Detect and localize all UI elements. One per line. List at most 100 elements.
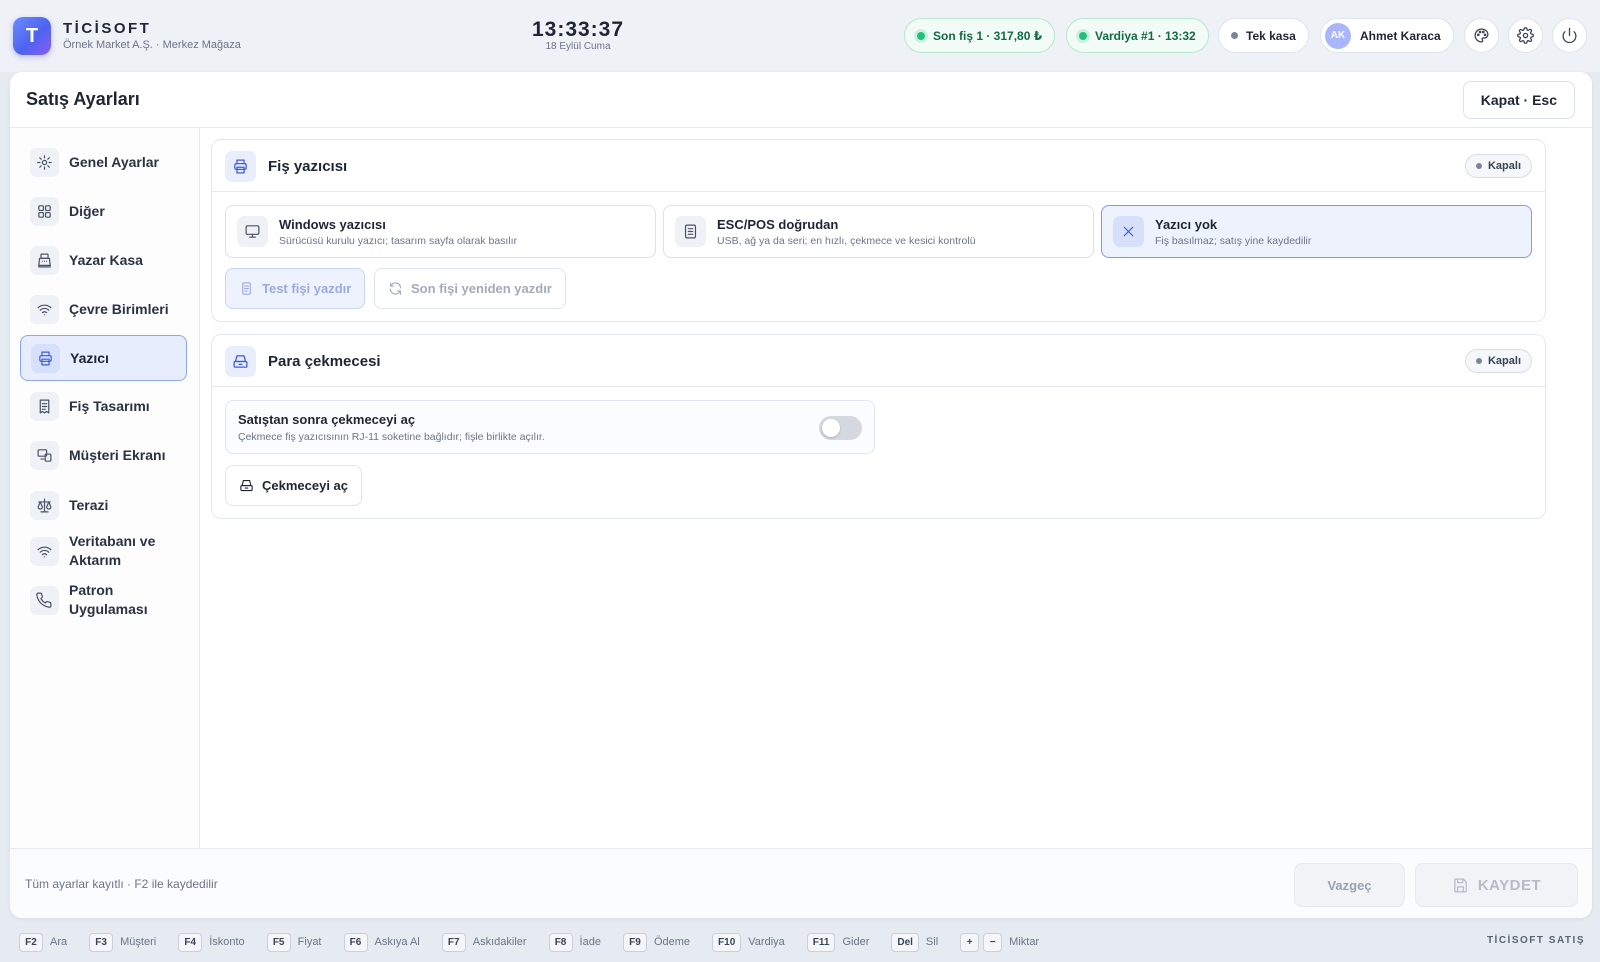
settings-sidebar: Genel Ayarlar Diğer Yazar Kasa Çevre Bir… — [10, 128, 200, 848]
shortcut-customer[interactable]: F3 Müşteri — [89, 932, 156, 952]
shortcut-suspended-list[interactable]: F7 Askıdakiler — [441, 932, 527, 952]
save-button[interactable]: KAYDET — [1415, 863, 1578, 907]
shortcut-delete[interactable]: Del Sil — [891, 932, 938, 952]
shortcut-quantity[interactable]: + − Miktar — [960, 932, 1039, 952]
display-icon — [37, 448, 52, 462]
shortcut-payment[interactable]: F9 Ödeme — [622, 932, 690, 952]
shift-pill[interactable]: Vardiya #1 · 13:32 — [1066, 18, 1209, 53]
brand-name: TİCİSOFT — [63, 20, 152, 37]
shortcut-suspend[interactable]: F6 Askıya Al — [343, 932, 420, 952]
toggle-knob — [822, 419, 840, 437]
card-title: Para çekmecesi — [268, 353, 381, 370]
gear-icon — [37, 154, 52, 170]
user-name: Ahmet Karaca — [1360, 28, 1441, 43]
avatar: AK — [1325, 22, 1351, 49]
wifi-icon — [37, 546, 52, 557]
save-icon — [1454, 877, 1467, 893]
reprint-last-button[interactable]: Son fişi yeniden yazdır — [374, 268, 566, 309]
app-logo: T — [13, 17, 51, 55]
document-icon — [684, 224, 697, 239]
sidebar-item-label: Genel Ayarlar — [69, 153, 160, 170]
sidebar-item-peripherals[interactable]: Çevre Birimleri — [20, 288, 187, 330]
sidebar-item-scale[interactable]: Terazi — [20, 484, 187, 526]
sidebar-item-printer[interactable]: Yazıcı — [20, 335, 187, 381]
gear-icon — [1517, 27, 1534, 44]
close-button[interactable]: Kapat · Esc — [1462, 81, 1575, 119]
sidebar-item-general[interactable]: Genel Ayarlar — [20, 141, 187, 183]
sidebar-item-label: Veritabanı ve Aktarım — [69, 533, 156, 568]
status-dot — [1079, 31, 1087, 40]
grid-icon — [38, 204, 51, 218]
sidebar-item-label: Patron Uygulaması — [69, 582, 148, 617]
sidebar-item-label: Fiş Tasarımı — [69, 397, 150, 414]
register-label: Tek kasa — [1246, 28, 1296, 43]
cash-drawer-card: Para çekmecesi Kapalı Satıştan sonra çek… — [211, 334, 1546, 519]
shift-label: Vardiya #1 · 13:32 — [1095, 28, 1196, 43]
open-drawer-after-sale-row: Satıştan sonra çekmeceyi aç Çekmece fiş … — [225, 400, 875, 454]
wifi-icon — [37, 304, 52, 315]
status-dot — [917, 31, 925, 40]
printer-option-none[interactable]: Yazıcı yok Fiş basılmaz; satış yine kayd… — [1101, 205, 1532, 258]
receipt-icon — [39, 399, 50, 413]
sidebar-item-customer-display[interactable]: Müşteri Ekranı — [20, 434, 187, 476]
card-title: Fiş yazıcısı — [268, 158, 348, 175]
sidebar-item-cash-register[interactable]: Yazar Kasa — [20, 239, 187, 281]
test-print-button[interactable]: Test fişi yazdır — [225, 268, 366, 309]
sidebar-item-label: Yazıcı — [70, 349, 109, 366]
footer-brand: TİCİSOFT SATIŞ — [1486, 935, 1585, 946]
sidebar-item-receipt-design[interactable]: Fiş Tasarımı — [20, 385, 187, 427]
open-drawer-button[interactable]: Çekmeceyi aç — [225, 465, 363, 506]
theme-button[interactable] — [1464, 18, 1499, 53]
cancel-button[interactable]: Vazgeç — [1294, 863, 1405, 907]
shortcut-shift[interactable]: F10 Vardiya — [712, 932, 785, 952]
panel-header: Satış Ayarları Kapat · Esc — [10, 72, 1592, 128]
card-icon — [225, 346, 256, 377]
register-pill[interactable]: Tek kasa — [1218, 18, 1309, 53]
sidebar-item-other[interactable]: Diğer — [20, 190, 187, 232]
sidebar-item-label: Müşteri Ekranı — [69, 446, 166, 463]
card-header: Fiş yazıcısı Kapalı — [212, 140, 1545, 192]
card-header: Para çekmecesi Kapalı — [212, 335, 1545, 387]
last-receipt-label: Son fiş 1 · 317,80 ₺ — [933, 28, 1043, 43]
printer-option-windows[interactable]: Windows yazıcısı Sürücüsü kurulu yazıcı;… — [225, 205, 656, 258]
drawer-icon — [233, 355, 248, 368]
settings-button[interactable] — [1508, 18, 1543, 53]
shortcut-expense[interactable]: F11 Gider — [806, 932, 869, 952]
card-icon — [225, 151, 256, 182]
drawer-icon — [240, 479, 253, 492]
sidebar-item-database[interactable]: Veritabanı ve Aktarım — [20, 528, 187, 574]
receipt-printer-card: Fiş yazıcısı Kapalı Windows yazıcısı Sür… — [211, 139, 1546, 322]
shortcut-bar: F2 Ara F3 Müşteri F4 İskonto F5 Fiyat F6 Askı… — [0, 928, 1600, 956]
printer-icon — [234, 159, 247, 174]
shortcut-return[interactable]: F8 İade — [548, 932, 601, 952]
sidebar-item-label: Yazar Kasa — [69, 251, 143, 268]
last-receipt-pill[interactable]: Son fiş 1 · 317,80 ₺ — [904, 18, 1056, 53]
sidebar-item-label: Çevre Birimleri — [69, 300, 169, 317]
power-button[interactable] — [1552, 18, 1587, 53]
store-name: Örnek Market A.Ş. · Merkez Mağaza — [63, 39, 241, 51]
palette-icon — [1474, 28, 1489, 43]
sidebar-item-boss-app[interactable]: Patron Uygulaması — [20, 577, 187, 623]
x-icon — [1123, 226, 1134, 237]
printer-icon — [39, 351, 52, 365]
shortcut-price[interactable]: F5 Fiyat — [266, 932, 322, 952]
status-badge: Kapalı — [1464, 154, 1532, 178]
top-bar: T TİCİSOFT Örnek Market A.Ş. · Merkez Ma… — [0, 0, 1600, 72]
settings-panel: Satış Ayarları Kapat · Esc Genel Ayarlar… — [10, 72, 1592, 918]
printer-option-escpos[interactable]: ESC/POS doğrudan USB, ağ ya da seri; en … — [663, 205, 1094, 258]
sidebar-item-label: Diğer — [69, 202, 105, 219]
option-title: ESC/POS doğrudan — [717, 217, 839, 232]
status-badge: Kapalı — [1464, 349, 1532, 373]
shortcut-discount[interactable]: F4 İskonto — [178, 932, 245, 952]
option-description: Fiş basılmaz; satış yine kaydedilir — [1155, 235, 1312, 247]
page-title: Satış Ayarları — [26, 89, 140, 109]
clock-time: 13:33:37 — [531, 18, 625, 41]
toggle-title: Satıştan sonra çekmeceyi aç — [238, 412, 416, 427]
user-pill[interactable]: AK Ahmet Karaca — [1320, 18, 1454, 53]
shortcut-search[interactable]: F2 Ara — [19, 932, 67, 952]
open-drawer-toggle[interactable] — [819, 416, 862, 440]
sidebar-item-label: Terazi — [69, 496, 109, 513]
power-icon — [1562, 27, 1577, 44]
clock-date: 18 Eylül Cuma — [545, 41, 611, 52]
save-status-note: Tüm ayarlar kayıtlı · F2 ile kaydedilir — [25, 877, 218, 891]
